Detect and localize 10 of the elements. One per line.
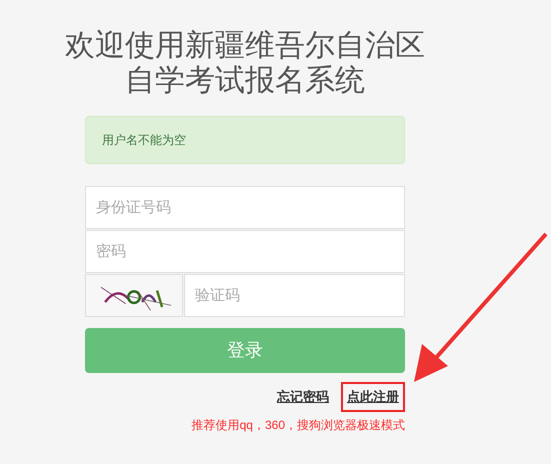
input-field[interactable]: 密码 bbox=[85, 230, 405, 273]
captcha-field[interactable]: 验证码 bbox=[184, 274, 405, 317]
arrow-icon bbox=[412, 232, 548, 384]
page-title: 欢迎使用新疆维吾尔自治区 bbox=[65, 28, 425, 63]
browser-note: 推荐使用qq，360，搜狗浏览器极速模式 bbox=[190, 416, 405, 434]
input-field[interactable]: 身份证号码 bbox=[85, 186, 405, 229]
error-alert: 用户名不能为空 bbox=[85, 116, 405, 164]
link[interactable]: 忘记密码 bbox=[271, 382, 335, 412]
page-title: 自学考试报名系统 bbox=[125, 63, 365, 98]
link[interactable]: 点此注册 bbox=[341, 382, 405, 412]
